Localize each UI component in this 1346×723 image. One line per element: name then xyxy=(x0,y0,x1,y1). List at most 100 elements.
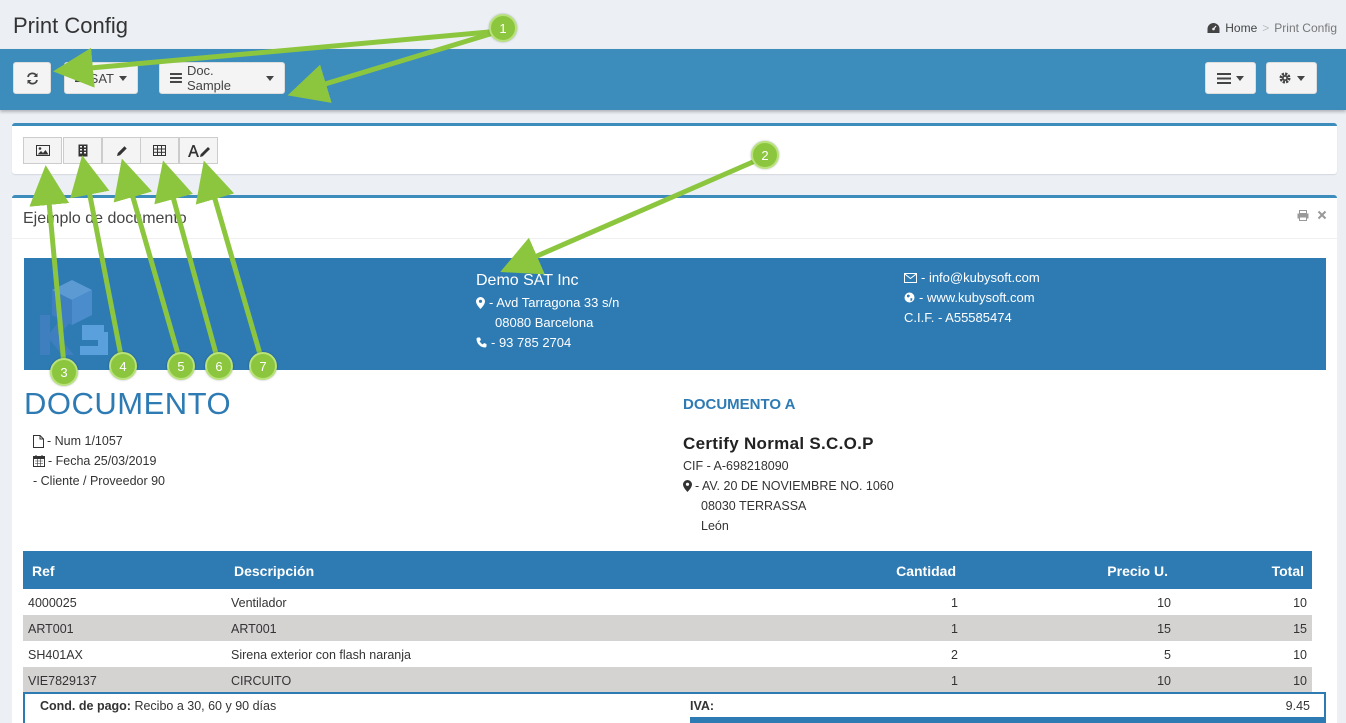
breadcrumb: Home > Print Config xyxy=(1207,21,1337,35)
recipient-address: - AV. 20 DE NOVIEMBRE NO. 1060 xyxy=(695,479,894,493)
cell-total: 10 xyxy=(1293,648,1307,662)
company-address-line: - Avd Tarragona 33 s/n xyxy=(476,295,619,310)
cell-unit-price: 10 xyxy=(1157,674,1171,688)
cell-description: CIRCUITO xyxy=(231,674,292,688)
cell-ref: ART001 xyxy=(28,622,74,636)
bars-icon xyxy=(75,73,85,83)
map-marker-icon xyxy=(683,480,692,492)
document-num-line: - Num 1/1057 xyxy=(33,434,123,448)
company-web: - www.kubysoft.com xyxy=(919,290,1035,305)
callout-badge: 3 xyxy=(50,358,78,386)
cell-ref: 4000025 xyxy=(28,596,77,610)
breadcrumb-separator: > xyxy=(1262,21,1270,35)
caret-down-icon xyxy=(1297,75,1305,81)
font-edit-icon xyxy=(187,144,210,157)
cell-description: Ventilador xyxy=(231,596,287,610)
document-title: DOCUMENTO xyxy=(24,386,232,421)
callout-badge: 4 xyxy=(109,352,137,380)
table-icon xyxy=(153,145,166,156)
globe-icon xyxy=(904,292,915,303)
payment-terms-value: Recibo a 30, 60 y 90 días xyxy=(134,699,277,713)
document-client-line: - Cliente / Proveedor 90 xyxy=(33,474,165,488)
building-icon xyxy=(78,144,87,157)
document-client: - Cliente / Proveedor 90 xyxy=(33,474,166,488)
company-phone: - 93 785 2704 xyxy=(491,335,572,350)
table-row: SH401AX Sirena exterior con flash naranj… xyxy=(23,641,1312,667)
col-quantity: Cantidad xyxy=(896,563,956,579)
edit-button[interactable] xyxy=(102,137,141,164)
company-city-line: 08080 Barcelona xyxy=(495,315,593,330)
envelope-icon xyxy=(904,272,917,283)
col-description: Descripción xyxy=(234,563,315,579)
callout-badge: 2 xyxy=(751,141,779,169)
document-num: - Num 1/1057 xyxy=(47,434,123,448)
print-icon[interactable] xyxy=(1297,210,1309,221)
items-table: Ref Descripción Cantidad Precio U. Total… xyxy=(23,551,1312,693)
cell-quantity: 1 xyxy=(951,622,958,636)
calendar-icon xyxy=(33,455,45,467)
doc-sample-dropdown[interactable]: Doc. Sample xyxy=(159,62,285,94)
iva-value: 9.45 xyxy=(1285,699,1310,713)
company-address: - Avd Tarragona 33 s/n xyxy=(489,295,620,310)
refresh-button[interactable] xyxy=(13,62,51,94)
payment-terms-label: Cond. de pago: xyxy=(40,699,131,713)
cell-total: 10 xyxy=(1293,596,1307,610)
settings-dropdown[interactable] xyxy=(1266,62,1317,94)
document-preview-title: Ejemplo de documento xyxy=(23,210,187,227)
iva-label: IVA: xyxy=(690,699,715,713)
gear-icon xyxy=(1279,72,1291,84)
document-date-line: - Fecha 25/03/2019 xyxy=(33,454,156,468)
building-button[interactable] xyxy=(63,137,102,164)
recipient-label: DOCUMENTO A xyxy=(683,396,796,413)
table-row: VIE7829137 CIRCUITO 1 10 10 xyxy=(23,667,1312,693)
box-tools xyxy=(1297,210,1327,221)
company-email: - info@kubysoft.com xyxy=(921,270,1040,285)
cell-description: ART001 xyxy=(231,622,277,636)
items-table-header: Ref Descripción Cantidad Precio U. Total xyxy=(23,551,1312,589)
font-edit-button[interactable] xyxy=(179,137,218,164)
table-button[interactable] xyxy=(140,137,179,164)
recipient-cif: CIF - A-698218090 xyxy=(683,459,789,473)
company-email-line: - info@kubysoft.com xyxy=(904,270,1040,285)
main-toolbar: SAT Doc. Sample xyxy=(0,49,1346,110)
recipient-address-line: - AV. 20 DE NOVIEMBRE NO. 1060 xyxy=(683,479,894,493)
totals-bar xyxy=(690,717,1324,723)
recipient-city: 08030 TERRASSA xyxy=(701,499,807,513)
bars-icon xyxy=(170,73,182,83)
cell-quantity: 1 xyxy=(951,596,958,610)
company-phone-line: - 93 785 2704 xyxy=(476,335,571,350)
page-title: Print Config xyxy=(13,13,128,38)
recipient-region: León xyxy=(701,519,729,533)
company-cif: C.I.F. - A55585474 xyxy=(904,310,1012,325)
recipient-name: Certify Normal S.C.O.P xyxy=(683,434,874,453)
cell-ref: SH401AX xyxy=(28,648,83,662)
sat-label: SAT xyxy=(89,70,114,86)
dashboard-icon xyxy=(1207,23,1220,33)
cell-total: 15 xyxy=(1293,622,1307,636)
cell-unit-price: 10 xyxy=(1157,596,1171,610)
close-icon[interactable] xyxy=(1317,210,1327,220)
callout-badge: 5 xyxy=(167,352,195,380)
phone-icon xyxy=(476,337,487,348)
totals-panel: Cond. de pago: Recibo a 30, 60 y 90 días… xyxy=(23,692,1326,723)
image-icon xyxy=(35,145,50,156)
caret-down-icon xyxy=(1236,75,1244,81)
sat-dropdown[interactable]: SAT xyxy=(64,62,138,94)
cell-ref: VIE7829137 xyxy=(28,674,97,688)
col-total: Total xyxy=(1271,563,1304,579)
breadcrumb-home[interactable]: Home xyxy=(1225,21,1257,35)
company-city: 08080 Barcelona xyxy=(495,315,594,330)
pencil-icon xyxy=(116,145,127,156)
company-web-line: - www.kubysoft.com xyxy=(904,290,1035,305)
table-row: ART001 ART001 1 15 15 xyxy=(23,615,1312,641)
callout-badge: 6 xyxy=(205,352,233,380)
company-cif-line: C.I.F. - A55585474 xyxy=(904,310,1012,325)
breadcrumb-current: Print Config xyxy=(1274,21,1337,35)
cell-unit-price: 5 xyxy=(1164,648,1171,662)
company-logo xyxy=(40,280,108,355)
document-date: - Fecha 25/03/2019 xyxy=(48,454,157,468)
menu-dropdown[interactable] xyxy=(1205,62,1256,94)
map-marker-icon xyxy=(476,296,485,309)
cell-description: Sirena exterior con flash naranja xyxy=(231,648,411,662)
image-button[interactable] xyxy=(23,137,62,164)
